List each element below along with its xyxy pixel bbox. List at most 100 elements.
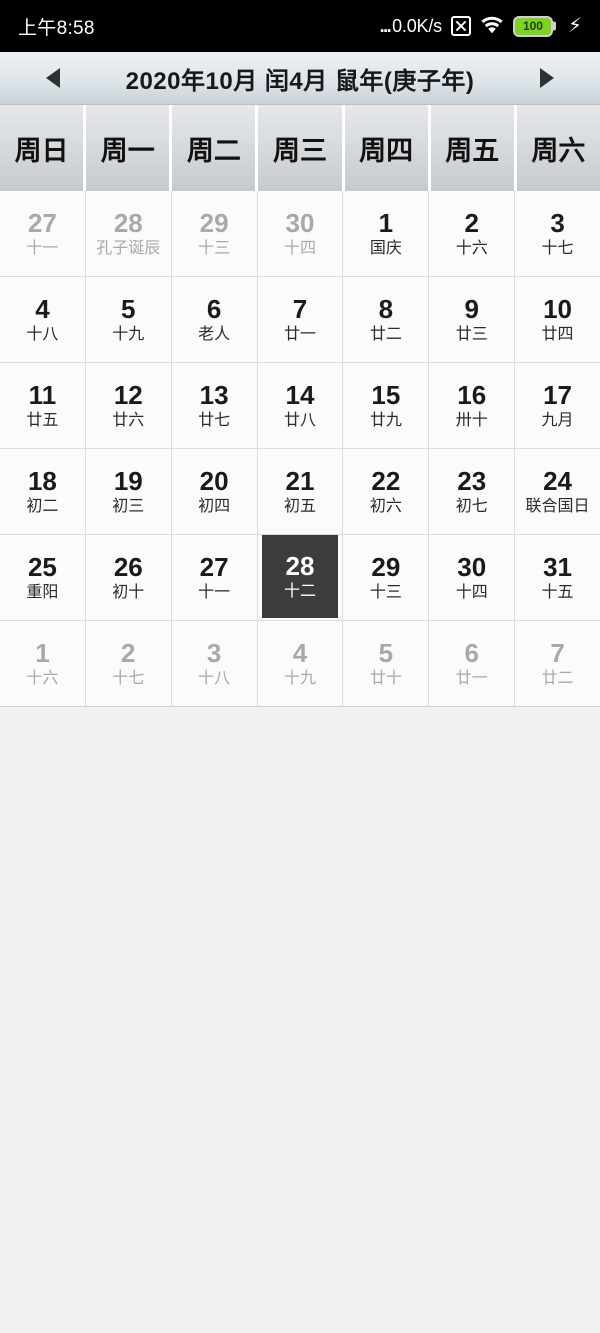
lunar-or-festival-label: 廿六 <box>112 412 145 429</box>
day-cell[interactable]: 13 廿七 <box>171 363 257 448</box>
day-number: 6 <box>206 294 222 324</box>
day-number: 3 <box>550 208 565 238</box>
day-number: 23 <box>457 466 487 496</box>
day-number: 9 <box>464 294 479 324</box>
lunar-or-festival-label: 重阳 <box>26 584 59 601</box>
calendar-day-grid: 27 十一 28 孔子诞辰 29 十三 30 十四 1 国庆 2 十六 3 十七 4 十八 5 十九 6 老人 7 廿一 8… <box>0 191 600 707</box>
day-number: 8 <box>378 294 394 324</box>
day-number: 29 <box>199 208 229 238</box>
lunar-or-festival-label: 初七 <box>455 498 488 515</box>
day-cell[interactable]: 7 廿二 <box>515 621 600 706</box>
day-number: 19 <box>113 466 143 496</box>
day-number: 14 <box>285 380 315 410</box>
day-cell[interactable]: 27 十一 <box>171 535 257 620</box>
day-cell[interactable]: 2 十七 <box>85 621 171 706</box>
day-cell[interactable]: 21 初五 <box>257 449 343 534</box>
day-cell[interactable]: 6 老人 <box>171 277 257 362</box>
day-cell[interactable]: 19 初三 <box>85 449 171 534</box>
lunar-or-festival-label: 卅十 <box>455 412 488 429</box>
lunar-or-festival-label: 十四 <box>455 584 488 601</box>
battery-icon: 100 <box>512 15 553 37</box>
next-month-arrow-icon[interactable] <box>539 68 554 88</box>
day-cell[interactable]: 9 廿三 <box>429 277 515 362</box>
day-cell[interactable]: 5 十九 <box>85 277 171 362</box>
day-cell[interactable]: 4 十九 <box>257 621 343 706</box>
day-number: 17 <box>543 380 573 410</box>
day-number: 6 <box>464 638 479 668</box>
lunar-or-festival-label: 十四 <box>283 240 316 257</box>
weekday-header-5: 周五 <box>430 105 514 191</box>
lunar-or-festival-label: 廿十 <box>369 670 402 687</box>
day-cell[interactable]: 29 十三 <box>171 191 257 276</box>
day-cell[interactable]: 3 十八 <box>171 621 257 706</box>
lunar-or-festival-label: 初三 <box>112 498 145 515</box>
day-cell[interactable]: 29 十三 <box>343 535 429 620</box>
day-cell[interactable]: 28 十二 <box>257 535 343 620</box>
day-number: 7 <box>292 294 308 324</box>
day-cell[interactable]: 2 十六 <box>429 191 515 276</box>
weekday-header-3: 周三 <box>258 105 342 191</box>
day-number: 16 <box>457 380 487 410</box>
day-cell[interactable]: 14 廿八 <box>257 363 343 448</box>
day-cell[interactable]: 10 廿四 <box>515 277 600 362</box>
day-cell[interactable]: 20 初四 <box>171 449 257 534</box>
day-cell[interactable]: 22 初六 <box>343 449 429 534</box>
lunar-or-festival-label: 十六 <box>455 240 488 257</box>
day-cell[interactable]: 27 十一 <box>0 191 85 276</box>
day-number: 15 <box>371 380 401 410</box>
day-cell[interactable]: 18 初二 <box>0 449 85 534</box>
month-title: 2020年10月 闰4月 鼠年(庚子年) <box>125 67 475 95</box>
day-number: 28 <box>113 208 143 238</box>
day-cell[interactable]: 5 廿十 <box>343 621 429 706</box>
day-cell[interactable]: 15 廿九 <box>343 363 429 448</box>
day-cell[interactable]: 30 十四 <box>429 535 515 620</box>
lunar-or-festival-label: 老人 <box>198 326 231 343</box>
day-cell[interactable]: 16 卅十 <box>429 363 515 448</box>
lunar-or-festival-label: 十三 <box>369 584 402 601</box>
day-number: 26 <box>113 552 143 582</box>
day-cell[interactable]: 3 十七 <box>515 191 600 276</box>
day-cell[interactable]: 8 廿二 <box>343 277 429 362</box>
lunar-or-festival-label: 十九 <box>283 670 316 687</box>
day-cell[interactable]: 17 九月 <box>515 363 600 448</box>
day-cell[interactable]: 31 十五 <box>515 535 600 620</box>
wifi-icon <box>480 16 504 36</box>
previous-month-arrow-icon[interactable] <box>46 68 60 88</box>
day-number: 29 <box>371 552 401 582</box>
day-cell[interactable]: 11 廿五 <box>0 363 85 448</box>
lunar-or-festival-label: 初六 <box>369 498 402 515</box>
day-number: 30 <box>285 208 315 238</box>
day-cell[interactable]: 28 孔子诞辰 <box>85 191 171 276</box>
day-cell[interactable]: 23 初七 <box>429 449 515 534</box>
lunar-or-festival-label: 廿二 <box>369 326 402 343</box>
day-number: 4 <box>35 294 50 324</box>
x-in-box-icon <box>450 16 471 36</box>
day-number: 20 <box>199 466 229 496</box>
day-number: 27 <box>27 208 57 238</box>
lunar-or-festival-label: 十八 <box>26 326 59 343</box>
day-cell[interactable]: 1 国庆 <box>343 191 429 276</box>
day-number: 4 <box>292 638 308 668</box>
lunar-or-festival-label: 廿一 <box>455 670 488 687</box>
lunar-or-festival-label: 廿七 <box>198 412 231 429</box>
status-clock: 上午8:58 <box>18 17 95 39</box>
battery-level-label: 100 <box>522 19 543 33</box>
day-cell[interactable]: 1 十六 <box>0 621 85 706</box>
status-indicators: ... 0.0K/s 100 ⚡ <box>380 15 582 37</box>
day-cell[interactable]: 7 廿一 <box>257 277 343 362</box>
day-cell[interactable]: 26 初十 <box>85 535 171 620</box>
day-cell[interactable]: 6 廿一 <box>429 621 515 706</box>
lunar-or-festival-label: 初十 <box>112 584 145 601</box>
weekday-header-6: 周六 <box>516 105 600 191</box>
weekday-header-4: 周四 <box>344 105 428 191</box>
day-number: 25 <box>27 552 57 582</box>
day-cell[interactable]: 12 廿六 <box>85 363 171 448</box>
day-cell[interactable]: 24 联合国日 <box>515 449 600 534</box>
lunar-or-festival-label: 十七 <box>541 240 574 257</box>
network-speed-value: 0.0K/s <box>392 15 442 36</box>
day-cell[interactable]: 30 十四 <box>257 191 343 276</box>
day-cell[interactable]: 4 十八 <box>0 277 85 362</box>
day-number: 24 <box>543 466 573 496</box>
day-number: 7 <box>550 638 565 668</box>
day-cell[interactable]: 25 重阳 <box>0 535 85 620</box>
